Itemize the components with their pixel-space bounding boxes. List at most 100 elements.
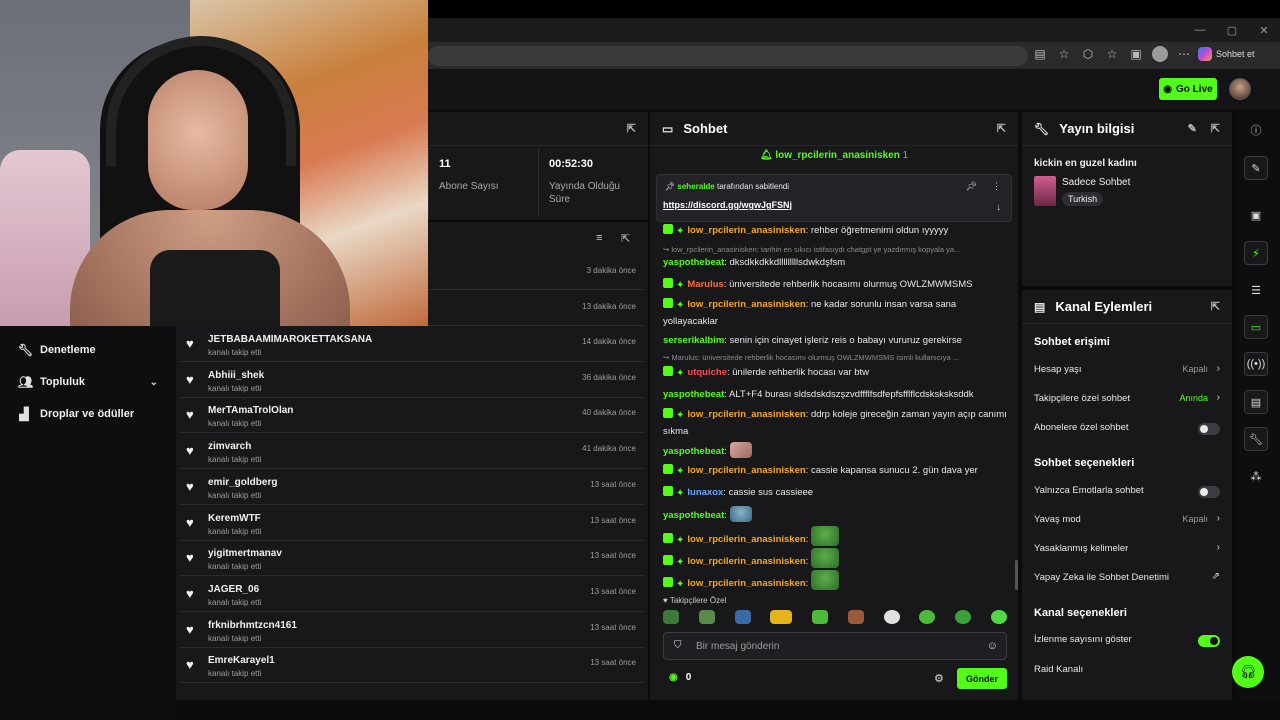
- follower-name[interactable]: MerTAmaTrolOlan: [208, 405, 293, 416]
- chat-scrollbar[interactable]: [1015, 560, 1018, 590]
- follower-name[interactable]: emir_goldberg: [208, 477, 277, 488]
- chat-username[interactable]: low_rpcilerin_anasinisken: [687, 578, 805, 589]
- copilot-button[interactable]: Sohbet et: [1198, 47, 1255, 61]
- chat-username[interactable]: low_rpcilerin_anasinisken: [687, 534, 805, 545]
- pinned-link[interactable]: https://discord.gg/wgwJgFSNj: [663, 200, 792, 210]
- emote-9[interactable]: [955, 610, 972, 624]
- chat-username[interactable]: Marulus: [687, 279, 723, 290]
- account-age-row[interactable]: Hesap yaşı Kapalı ›: [1034, 363, 1222, 380]
- chat-username[interactable]: low_rpcilerin_anasinisken: [687, 465, 805, 476]
- maximize-icon[interactable]: ▢: [1216, 24, 1248, 37]
- popout-icon[interactable]: ⇱: [1211, 300, 1220, 313]
- wrench-icon[interactable]: 🔧︎: [1244, 427, 1268, 451]
- subs-value: 11: [439, 158, 451, 170]
- chat-username[interactable]: low_rpcilerin_anasinisken: [687, 299, 805, 310]
- chat-username[interactable]: lunaxox: [687, 487, 723, 498]
- follower-name[interactable]: zimvarch: [208, 441, 251, 452]
- apps-icon[interactable]: ⁂: [1244, 464, 1268, 488]
- chat-username[interactable]: yaspothebeat: [663, 389, 724, 400]
- slow-mode-row[interactable]: Yavaş mod Kapalı ›: [1034, 513, 1222, 530]
- follower-name[interactable]: yigitmertmanav: [208, 548, 282, 559]
- stats-panel-header: ⇱: [428, 112, 648, 146]
- close-icon[interactable]: ✕: [1248, 24, 1280, 37]
- nav-item-moderation[interactable]: 🔧︎ Denetleme: [0, 334, 176, 366]
- follower-name[interactable]: Abhiii_shek: [208, 370, 264, 381]
- chat-username[interactable]: low_rpcilerin_anasinisken: [687, 225, 805, 236]
- emote-only-toggle[interactable]: [1198, 486, 1220, 498]
- popout-icon[interactable]: ⇱: [627, 122, 636, 135]
- nav-item-drops[interactable]: ▟ Droplar ve ödüller: [0, 398, 176, 430]
- popout-icon[interactable]: ⇱: [1211, 122, 1220, 135]
- followers-only-label: Takipçilere özel sohbet: [1034, 393, 1131, 404]
- follower-name[interactable]: frknibrhmtzcn4161: [208, 620, 297, 631]
- nav-item-community[interactable]: 👥︎ Topluluk ⌄: [0, 366, 176, 398]
- emote-1[interactable]: [663, 610, 679, 624]
- emoji-icon[interactable]: ☺: [987, 640, 998, 652]
- more-icon[interactable]: ⋮: [992, 181, 1001, 192]
- follower-name[interactable]: KeremWTF: [208, 513, 261, 524]
- server-icon[interactable]: ▤: [1244, 390, 1268, 414]
- emote-6[interactable]: [847, 610, 864, 624]
- unpin-icon[interactable]: 📌︎: [966, 181, 977, 192]
- edit-icon[interactable]: ✎: [1188, 122, 1197, 135]
- send-button[interactable]: Gönder: [957, 668, 1007, 689]
- go-live-button[interactable]: ◉ Go Live: [1159, 78, 1217, 100]
- chat-username[interactable]: yaspothebeat: [663, 257, 724, 268]
- chat-username[interactable]: low_rpcilerin_anasinisken: [687, 409, 805, 420]
- extensions-icon[interactable]: ⬡: [1080, 46, 1096, 62]
- user-avatar[interactable]: [1229, 78, 1251, 100]
- popout-icon[interactable]: ⇱: [621, 232, 630, 245]
- emote-4[interactable]: [770, 610, 793, 624]
- follow-row: ♥ zimvarch kanalı takip etti 41 dakika önce: [180, 435, 644, 470]
- ai-moderation-row[interactable]: Yapay Zeka ile Sohbet Denetimi ⇗: [1034, 571, 1222, 588]
- emote-7[interactable]: [883, 610, 900, 624]
- chat-input[interactable]: ⛉ Bir mesaj gönderin ☺: [663, 632, 1007, 660]
- minimize-icon[interactable]: —: [1184, 24, 1216, 36]
- follower-name[interactable]: EmreKarayel1: [208, 655, 275, 666]
- pinned-message[interactable]: 📌︎ seheralde tarafından sabitlendi https…: [656, 174, 1012, 222]
- gear-icon[interactable]: ⚙: [934, 672, 944, 685]
- edit-icon[interactable]: ✎: [1244, 156, 1268, 180]
- profile-icon[interactable]: [1152, 46, 1168, 62]
- lightning-icon[interactable]: ⚡︎: [1244, 241, 1268, 265]
- follower-name[interactable]: JETBABAAMIMAROKETTAKSANA: [208, 334, 372, 345]
- chat-username[interactable]: low_rpcilerin_anasinisken: [687, 556, 805, 567]
- channel-actions-title: Kanal Eylemleri: [1055, 299, 1153, 314]
- subs-only-toggle[interactable]: [1198, 423, 1220, 435]
- video-icon[interactable]: ▣: [1244, 203, 1268, 227]
- chat-username[interactable]: utquiche: [687, 367, 727, 378]
- emote-10[interactable]: [990, 610, 1007, 624]
- chat-username[interactable]: yaspothebeat: [663, 510, 724, 521]
- chat-username[interactable]: serserikalbim: [663, 335, 724, 346]
- sparkle-badge-icon: ✦: [676, 280, 685, 291]
- favorites-icon[interactable]: ☆: [1104, 46, 1120, 62]
- banned-words-row[interactable]: Yasaklanmış kelimeler ›: [1034, 542, 1222, 559]
- emote-8[interactable]: [919, 610, 936, 624]
- expand-icon[interactable]: ↓: [996, 202, 1001, 213]
- chat-username[interactable]: yaspothebeat: [663, 446, 724, 457]
- star-icon[interactable]: ☆: [1056, 46, 1072, 62]
- chat-icon[interactable]: ▭: [1244, 315, 1268, 339]
- support-headset-icon[interactable]: 🎧︎: [1232, 656, 1264, 688]
- reader-icon[interactable]: ▤: [1032, 46, 1048, 62]
- sparkle-badge-icon: ✦: [676, 300, 685, 311]
- collections-icon[interactable]: ▣: [1128, 46, 1144, 62]
- raid-row[interactable]: Raid Kanalı: [1034, 664, 1222, 680]
- filter-icon[interactable]: ≡: [596, 232, 602, 244]
- banned-words-label: Yasaklanmış kelimeler: [1034, 543, 1129, 554]
- url-input[interactable]: [428, 46, 1028, 66]
- popout-icon[interactable]: ⇱: [997, 122, 1006, 135]
- emote-5[interactable]: [812, 610, 829, 624]
- follower-name[interactable]: JAGER_06: [208, 584, 259, 595]
- badge-icon: [663, 577, 673, 587]
- more-icon[interactable]: ⋯: [1176, 46, 1192, 62]
- emote-2[interactable]: [698, 610, 715, 624]
- info-icon[interactable]: ⓘ: [1244, 118, 1268, 142]
- pin-icon: 📌︎: [665, 182, 676, 191]
- list-icon[interactable]: ☰: [1244, 278, 1268, 302]
- emote-3[interactable]: [734, 610, 751, 624]
- show-viewers-toggle[interactable]: [1198, 635, 1220, 647]
- stream-category[interactable]: Sadece Sohbet: [1062, 177, 1130, 188]
- followers-only-row[interactable]: Takipçilere özel sohbet Anında ›: [1034, 392, 1222, 409]
- broadcast-icon[interactable]: ((•)): [1244, 352, 1268, 376]
